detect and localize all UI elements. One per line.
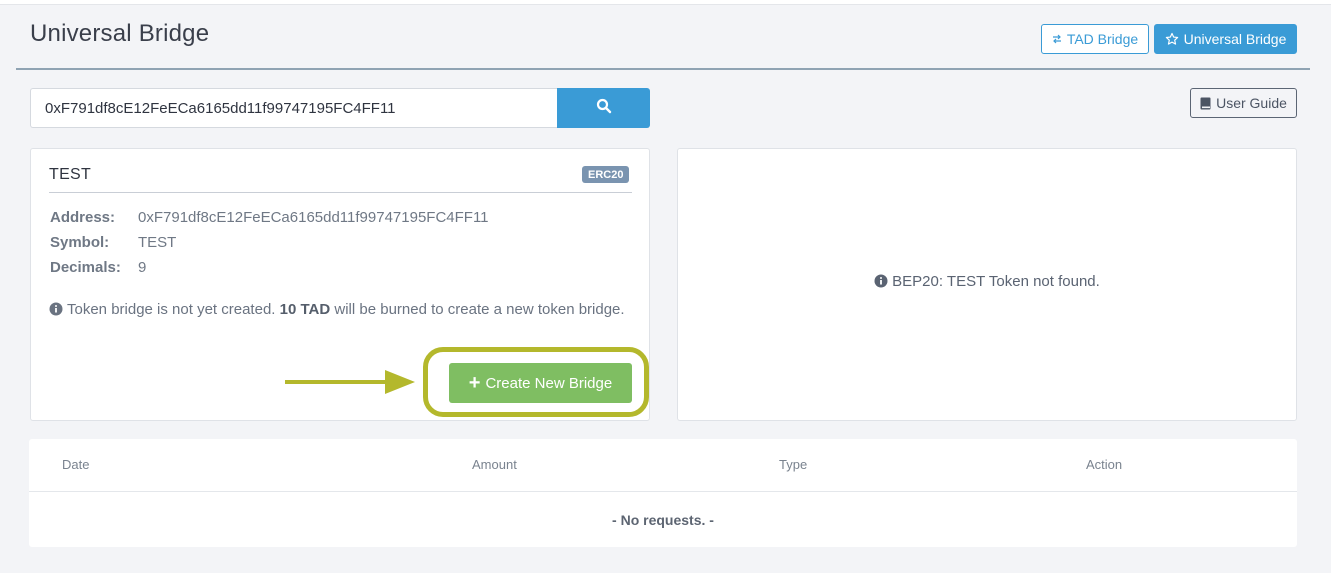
detail-value: TEST xyxy=(138,234,177,251)
column-header-type: Type xyxy=(779,457,808,472)
column-header-date: Date xyxy=(62,457,90,472)
token-name: TEST xyxy=(49,166,92,183)
book-icon xyxy=(1200,97,1211,110)
user-guide-button[interactable]: User Guide xyxy=(1190,88,1297,118)
header-divider xyxy=(16,68,1310,70)
universal-bridge-button[interactable]: Universal Bridge xyxy=(1154,24,1297,54)
tad-bridge-label: TAD Bridge xyxy=(1066,31,1139,47)
detail-row-address: Address: 0xF791df8cE12FeECa6165dd11f9974… xyxy=(50,205,489,230)
info-circle-icon xyxy=(874,274,888,288)
user-guide-label: User Guide xyxy=(1216,95,1287,111)
detail-value: 0xF791df8cE12FeECa6165dd11f99747195FC4FF… xyxy=(138,209,489,226)
annotation-arrow-icon xyxy=(285,370,415,394)
token-details: Address: 0xF791df8cE12FeECa6165dd11f9974… xyxy=(50,205,489,280)
token-address-search-input[interactable] xyxy=(30,88,558,128)
detail-label: Decimals: xyxy=(50,259,121,276)
card-divider xyxy=(49,192,632,193)
tad-bridge-button[interactable]: TAD Bridge xyxy=(1041,24,1149,54)
notice-text: Token bridge is not yet created. xyxy=(67,301,276,318)
top-border xyxy=(0,0,1331,5)
detail-row-symbol: Symbol: TEST xyxy=(50,230,489,255)
table-header-divider xyxy=(29,491,1297,492)
column-header-action: Action xyxy=(1086,457,1123,472)
star-icon xyxy=(1165,32,1179,46)
notice-text-end: will be burned to create a new token bri… xyxy=(334,301,625,318)
detail-value: 9 xyxy=(138,259,147,276)
detail-row-decimals: Decimals: 9 xyxy=(50,255,489,280)
token-standard-badge: ERC20 xyxy=(582,166,630,183)
bep20-status-message: BEP20: TEST Token not found. xyxy=(678,273,1296,290)
search-button[interactable] xyxy=(557,88,650,128)
highlight-annotation-ring xyxy=(423,347,649,417)
bridge-notice: Token bridge is not yet created. 10 TAD … xyxy=(49,298,639,321)
detail-label: Address: xyxy=(50,209,116,226)
requests-table: Date Amount Type Action - No requests. - xyxy=(29,439,1297,547)
bep20-token-card: BEP20: TEST Token not found. xyxy=(677,148,1297,421)
exchange-icon xyxy=(1052,34,1062,44)
info-circle-icon xyxy=(49,302,63,316)
empty-requests-message: - No requests. - xyxy=(612,512,714,528)
search-icon xyxy=(596,98,612,119)
notice-burn-amount: 10 TAD xyxy=(279,301,331,318)
universal-bridge-label: Universal Bridge xyxy=(1183,31,1287,47)
bep20-message-text: BEP20: TEST Token not found. xyxy=(892,273,1100,290)
column-header-amount: Amount xyxy=(472,457,517,472)
page-title: Universal Bridge xyxy=(30,20,210,47)
detail-label: Symbol: xyxy=(50,234,110,251)
